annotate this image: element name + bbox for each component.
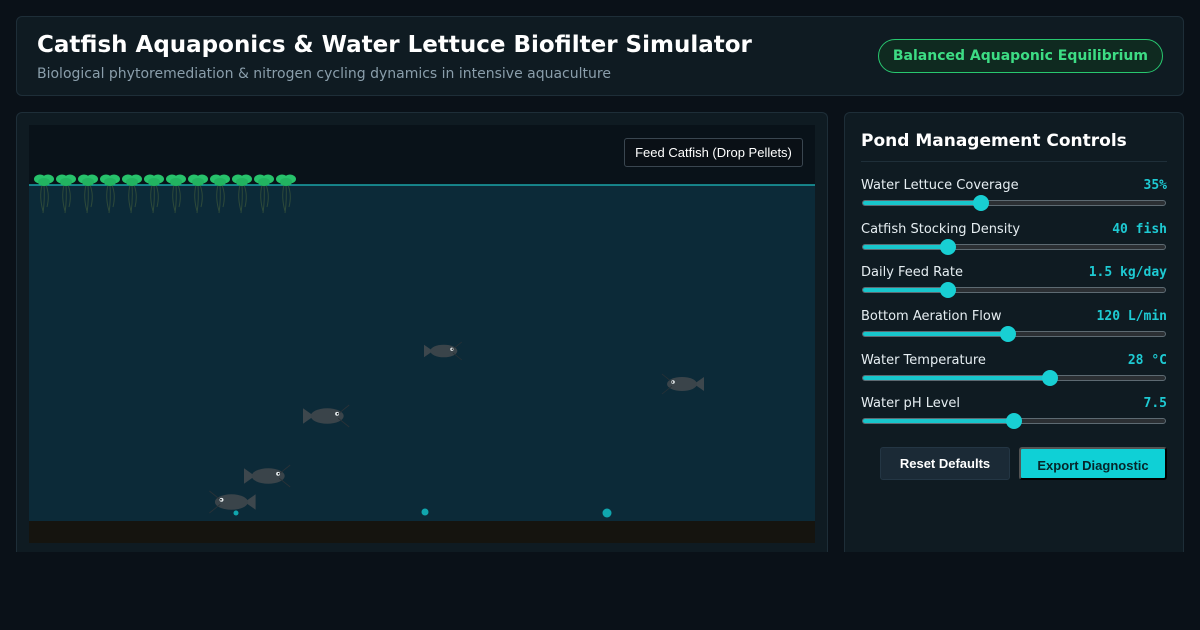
slider-fill: [863, 376, 1051, 380]
status-badge: Balanced Aquaponic Equilibrium: [877, 39, 1163, 73]
controls-panel: Pond Management Controls Water Lettuce C…: [844, 112, 1184, 552]
slider-thumb[interactable]: [999, 326, 1016, 342]
export-diagnostic-button[interactable]: Export Diagnostic: [1019, 447, 1167, 480]
slider-stocking-density: Catfish Stocking Density 40 fish: [861, 222, 1167, 262]
slider-thumb[interactable]: [972, 195, 989, 211]
slider-track[interactable]: [862, 239, 1166, 255]
slider-fill: [863, 419, 1014, 423]
slider-track[interactable]: [862, 282, 1166, 298]
slider-label: Daily Feed Rate: [861, 265, 963, 280]
slider-label: Water Lettuce Coverage: [861, 178, 1019, 193]
slider-fill: [863, 245, 948, 249]
feed-catfish-button[interactable]: Feed Catfish (Drop Pellets): [624, 138, 803, 167]
slider-water-temperature: Water Temperature 28 °C: [861, 353, 1167, 393]
slider-label: Bottom Aeration Flow: [861, 309, 1002, 324]
app-subtitle: Biological phytoremediation & nitrogen c…: [37, 66, 611, 82]
aeration-bubble: [421, 508, 429, 516]
slider-value: 35%: [1143, 178, 1167, 193]
pond-water: [29, 185, 815, 521]
slider-track[interactable]: [862, 195, 1166, 211]
slider-label: Water pH Level: [861, 396, 961, 411]
slider-lettuce-coverage: Water Lettuce Coverage 35%: [861, 178, 1167, 218]
slider-water-ph: Water pH Level 7.5: [861, 396, 1167, 436]
slider-thumb[interactable]: [939, 239, 956, 255]
slider-value: 7.5: [1143, 396, 1167, 411]
slider-value: 40 fish: [1112, 222, 1167, 237]
slider-fill: [863, 288, 948, 292]
slider-thumb[interactable]: [939, 282, 956, 298]
simulation-panel: Feed Catfish (Drop Pellets): [16, 112, 828, 552]
slider-label: Water Temperature: [861, 353, 986, 368]
reset-defaults-button[interactable]: Reset Defaults: [880, 447, 1010, 480]
controls-divider: [861, 161, 1167, 162]
slider-thumb[interactable]: [1006, 413, 1022, 429]
pond-canvas[interactable]: Feed Catfish (Drop Pellets): [29, 125, 815, 543]
slider-value: 1.5 kg/day: [1088, 265, 1167, 280]
controls-title: Pond Management Controls: [861, 131, 1127, 151]
aeration-bubble: [602, 508, 612, 518]
slider-aeration-flow: Bottom Aeration Flow 120 L/min: [861, 309, 1167, 349]
slider-track[interactable]: [862, 326, 1166, 342]
slider-thumb[interactable]: [1042, 370, 1059, 386]
pond-sediment: [29, 521, 815, 543]
slider-value: 120 L/min: [1096, 309, 1167, 324]
slider-fill: [863, 201, 981, 205]
app-title: Catfish Aquaponics & Water Lettuce Biofi…: [37, 32, 752, 58]
app-header: Catfish Aquaponics & Water Lettuce Biofi…: [16, 16, 1184, 96]
slider-track[interactable]: [862, 370, 1166, 386]
slider-fill: [863, 332, 1008, 336]
pond-scene: [29, 125, 815, 543]
slider-value: 28 °C: [1127, 353, 1167, 368]
slider-track[interactable]: [862, 413, 1166, 429]
aeration-bubble: [233, 510, 239, 516]
slider-label: Catfish Stocking Density: [861, 222, 1021, 237]
slider-feed-rate: Daily Feed Rate 1.5 kg/day: [861, 265, 1167, 305]
